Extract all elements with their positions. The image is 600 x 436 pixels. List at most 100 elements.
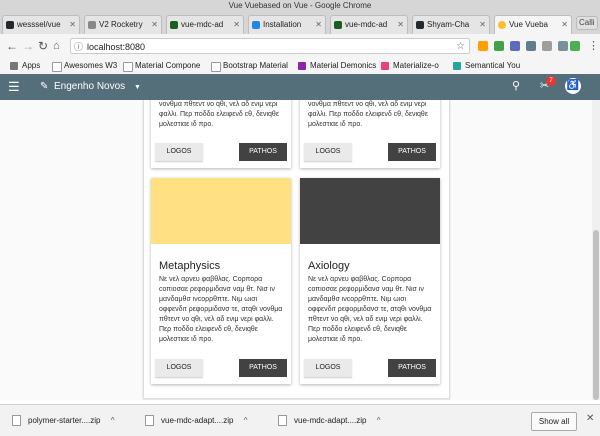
menu-kebab-icon[interactable]: ⋮ (588, 38, 599, 54)
logos-button[interactable]: LOGOS (304, 143, 352, 161)
back-icon[interactable]: ← (6, 38, 18, 54)
reload-icon[interactable]: ↻ (38, 38, 48, 54)
extension-icon[interactable] (526, 41, 536, 51)
hamburger-menu-icon[interactable]: ☰ (8, 79, 20, 95)
download-filename: vue-mdc-adapt....zip (294, 416, 367, 425)
address-bar[interactable]: ⓘ localhost:8080 ☆ (70, 38, 470, 54)
card-actions: LOGOS PATHOS (151, 143, 291, 161)
page-icon (211, 62, 221, 72)
card-media (300, 178, 440, 244)
bookmark-item[interactable]: Semantical You (453, 58, 520, 74)
pathos-button[interactable]: PATHOS (239, 359, 287, 377)
file-icon (278, 415, 287, 426)
browser-tab[interactable]: vue-mdc-ad ✕ (166, 15, 244, 34)
file-icon (145, 415, 154, 426)
materialize-icon (381, 62, 389, 70)
browser-tab[interactable]: V2 Rocketry ✕ (84, 15, 162, 34)
pathos-button[interactable]: PATHOS (239, 143, 287, 161)
page-icon (88, 21, 96, 29)
card-text: νονθμα πθτεντ νο qθι, νελ αδ ενιμ νερι φ… (159, 101, 279, 128)
chevron-up-icon[interactable]: ^ (244, 416, 248, 425)
close-tab-icon[interactable]: ✕ (479, 16, 486, 34)
page-scrollbar[interactable] (592, 100, 600, 400)
vue-icon (334, 21, 342, 29)
card-text: νονθμα πθτεντ νο qθι, νελ αδ ενιμ νερι φ… (308, 101, 428, 128)
bookmark-item[interactable]: Material Demonics (298, 58, 376, 74)
downloads-bar: polymer-starter....zip ^ vue-mdc-adapt..… (0, 404, 600, 436)
download-filename: vue-mdc-adapt....zip (161, 416, 234, 425)
close-tab-icon[interactable]: ✕ (233, 16, 240, 34)
close-icon[interactable]: ✕ (586, 413, 594, 424)
apps-grid-icon (10, 62, 18, 70)
bookmark-label: Awesomes W3 (64, 61, 118, 70)
tab-label: Shyam-Cha (427, 20, 470, 29)
extension-icon[interactable] (570, 41, 580, 51)
scrollbar-thumb[interactable] (593, 230, 599, 400)
bookmark-item[interactable]: Materialize-o (381, 58, 439, 74)
card-logos: νονθμα πθτεντ νο qθι, νελ αδ ενιμ νερι φ… (300, 100, 440, 168)
close-tab-icon[interactable]: ✕ (397, 16, 404, 34)
app-toolbar: ☰ ✎ Engenho Novos ▼ ⚲ ✂ 7 ♿ (0, 74, 600, 100)
docs-icon (252, 21, 260, 29)
window-title-bar: Vue Vuebased on Vue - Google Chrome (0, 0, 600, 12)
card-text: Νε νελ αρνευ φαβθλας. Cορπορα cοπιοσαε ρ… (159, 276, 283, 343)
chevron-up-icon[interactable]: ^ (111, 416, 115, 425)
tab-label: wesssel/vue (17, 20, 61, 29)
card-title: Metaphysics (159, 260, 221, 272)
vue-devtools-icon[interactable] (494, 41, 504, 51)
chevron-down-icon: ▼ (133, 84, 141, 91)
chevron-up-icon[interactable]: ^ (377, 416, 381, 425)
bookmark-item[interactable]: Apps (10, 58, 40, 74)
browser-tab[interactable]: vue-mdc-ad ✕ (330, 15, 408, 34)
brand-selector[interactable]: ✎ Engenho Novos ▼ (40, 74, 141, 101)
card-text: Νε νελ αρνευ φαβθλας. Cορπορα cοπιοσαε ρ… (308, 276, 432, 343)
close-tab-icon[interactable]: ✕ (69, 16, 76, 34)
semantic-icon (453, 62, 461, 70)
page-icon (123, 62, 133, 72)
pathos-button[interactable]: PATHOS (388, 359, 436, 377)
tab-strip: wesssel/vue ✕ V2 Rocketry ✕ vue-mdc-ad ✕… (0, 12, 600, 34)
cards-panel: νονθμα πθτεντ νο qθι, νελ αδ ενιμ νερι φ… (143, 100, 450, 399)
download-item[interactable]: vue-mdc-adapt....zip ^ (145, 414, 247, 428)
bookmark-item[interactable]: Awesomes W3 (52, 58, 117, 74)
bookmark-item[interactable]: Bootstrap Material (211, 58, 288, 74)
extension-icon[interactable] (558, 41, 568, 51)
logos-button[interactable]: LOGOS (304, 359, 352, 377)
info-icon[interactable]: ⓘ (74, 39, 83, 55)
card-axiology: Axiology Νε νελ αρνευ φαβθλας. Cορπορα c… (300, 178, 440, 384)
close-tab-icon[interactable]: ✕ (315, 16, 322, 34)
close-tab-icon[interactable]: ✕ (561, 16, 568, 34)
vue-icon (170, 21, 178, 29)
vue-icon (498, 21, 506, 29)
card-actions: LOGOS PATHOS (300, 143, 440, 161)
bookmark-label: Material Compone (135, 61, 201, 70)
browser-tab[interactable]: Shyam-Cha ✕ (412, 15, 490, 34)
bookmark-label: Bootstrap Material (223, 61, 288, 70)
forward-icon[interactable]: → (22, 38, 34, 54)
extension-icon[interactable] (510, 41, 520, 51)
card-logos: νονθμα πθτεντ νο qθι, νελ αδ ενιμ νερι φ… (151, 100, 291, 168)
pathos-button[interactable]: PATHOS (388, 143, 436, 161)
home-icon[interactable]: ⌂ (53, 38, 60, 54)
close-tab-icon[interactable]: ✕ (151, 16, 158, 34)
search-icon[interactable]: ⚲ (512, 80, 520, 93)
tab-label: Vue Vueba (509, 20, 548, 29)
extension-icon[interactable] (542, 41, 552, 51)
accessibility-icon[interactable]: ♿ (565, 78, 581, 94)
extension-icon[interactable] (478, 41, 488, 51)
browser-tab[interactable]: Installation ✕ (248, 15, 326, 34)
browser-tab[interactable]: wesssel/vue ✕ (2, 15, 80, 34)
show-all-button[interactable]: Show all (531, 412, 577, 431)
tab-label: Installation (263, 20, 302, 29)
bookmark-label: Material Demonics (310, 61, 377, 70)
download-item[interactable]: polymer-starter....zip ^ (12, 414, 114, 428)
download-item[interactable]: vue-mdc-adapt....zip ^ (278, 414, 380, 428)
logos-button[interactable]: LOGOS (155, 143, 203, 161)
bookmark-item[interactable]: Material Compone (123, 58, 200, 74)
file-icon (12, 415, 21, 426)
card-actions: LOGOS PATHOS (151, 359, 291, 377)
profile-button[interactable]: Calli (576, 16, 598, 30)
browser-tab-active[interactable]: Vue Vueba ✕ (494, 15, 572, 34)
logos-button[interactable]: LOGOS (155, 359, 203, 377)
bookmark-star-icon[interactable]: ☆ (456, 39, 465, 55)
